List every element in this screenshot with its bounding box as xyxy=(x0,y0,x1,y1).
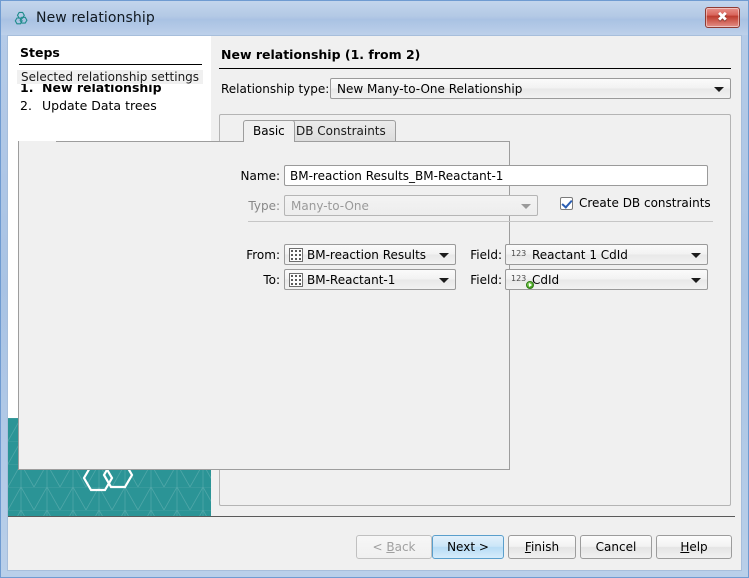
tab-panel-basic xyxy=(18,141,510,470)
steps-heading: Steps xyxy=(20,45,60,60)
number-123-icon: 123 xyxy=(511,249,526,259)
cancel-button[interactable]: Cancel xyxy=(580,535,652,559)
from-table-select[interactable]: BM-reaction Results xyxy=(284,244,456,265)
chevron-down-icon xyxy=(521,204,531,209)
finish-button-label: Finish xyxy=(525,540,559,554)
next-button[interactable]: Next > xyxy=(432,535,504,559)
create-db-constraints-checkbox[interactable]: Create DB constraints xyxy=(560,196,711,210)
to-table-select[interactable]: BM-Reactant-1 xyxy=(284,269,456,290)
number-123-key-icon: 123 xyxy=(511,274,526,284)
name-label: Name: xyxy=(190,169,280,183)
to-table-value: BM-Reactant-1 xyxy=(307,273,433,287)
page-title: New relationship (1. from 2) xyxy=(221,47,420,62)
step-number: 2. xyxy=(20,98,42,113)
next-button-label: Next > xyxy=(447,540,489,554)
step-item-2: 2.Update Data trees xyxy=(20,98,157,113)
settings-divider xyxy=(248,221,713,222)
type-select: Many-to-One xyxy=(284,195,538,216)
chevron-down-icon xyxy=(439,278,449,283)
tab-db-constraints[interactable]: DB Constraints xyxy=(286,120,396,142)
back-button[interactable]: < Back xyxy=(356,535,432,559)
step-label: Update Data trees xyxy=(42,98,157,113)
chevron-down-icon xyxy=(714,87,724,92)
from-field-value: Reactant 1 CdId xyxy=(532,248,685,262)
table-grid-icon xyxy=(289,248,303,262)
type-value: Many-to-One xyxy=(291,199,515,213)
group-legend: Selected relationship settings xyxy=(17,70,203,84)
from-field-select[interactable]: 123 Reactant 1 CdId xyxy=(505,244,708,265)
cancel-button-label: Cancel xyxy=(596,540,637,554)
window-title: New relationship xyxy=(36,10,155,26)
from-label: From: xyxy=(190,248,280,262)
checkmark-icon xyxy=(560,197,573,210)
from-table-value: BM-reaction Results xyxy=(307,248,433,262)
back-button-label: < Back xyxy=(372,540,415,554)
close-button[interactable]: ✖ xyxy=(705,7,740,28)
relationship-type-select[interactable]: New Many-to-One Relationship xyxy=(330,78,731,99)
title-bar[interactable]: New relationship ✖ xyxy=(1,1,748,35)
help-button[interactable]: Help xyxy=(656,535,732,559)
to-field-value: CdId xyxy=(532,273,685,287)
name-input[interactable]: BM-reaction Results_BM-Reactant-1 xyxy=(284,165,708,186)
chevron-down-icon xyxy=(691,278,701,283)
to-field-label: Field: xyxy=(462,273,502,287)
to-label: To: xyxy=(190,273,280,287)
relationship-type-value: New Many-to-One Relationship xyxy=(337,82,708,96)
finish-button[interactable]: Finish xyxy=(508,535,576,559)
from-field-label: Field: xyxy=(462,248,502,262)
chevron-down-icon xyxy=(691,253,701,258)
tab-basic[interactable]: Basic xyxy=(243,120,295,142)
table-grid-icon xyxy=(289,273,303,287)
page-title-divider xyxy=(219,68,731,69)
create-db-constraints-label: Create DB constraints xyxy=(579,196,711,210)
jchem-hexagons-icon xyxy=(13,10,30,27)
close-icon: ✖ xyxy=(706,8,739,27)
new-relationship-dialog: New relationship ✖ Steps 1.New relations… xyxy=(0,0,749,578)
tab-panel-seam xyxy=(19,141,56,142)
relationship-type-label: Relationship type: xyxy=(221,82,329,96)
type-label: Type: xyxy=(190,199,280,213)
chevron-down-icon xyxy=(439,253,449,258)
help-button-label: Help xyxy=(680,540,707,554)
to-field-select[interactable]: 123 CdId xyxy=(505,269,708,290)
steps-heading-divider xyxy=(19,64,202,65)
